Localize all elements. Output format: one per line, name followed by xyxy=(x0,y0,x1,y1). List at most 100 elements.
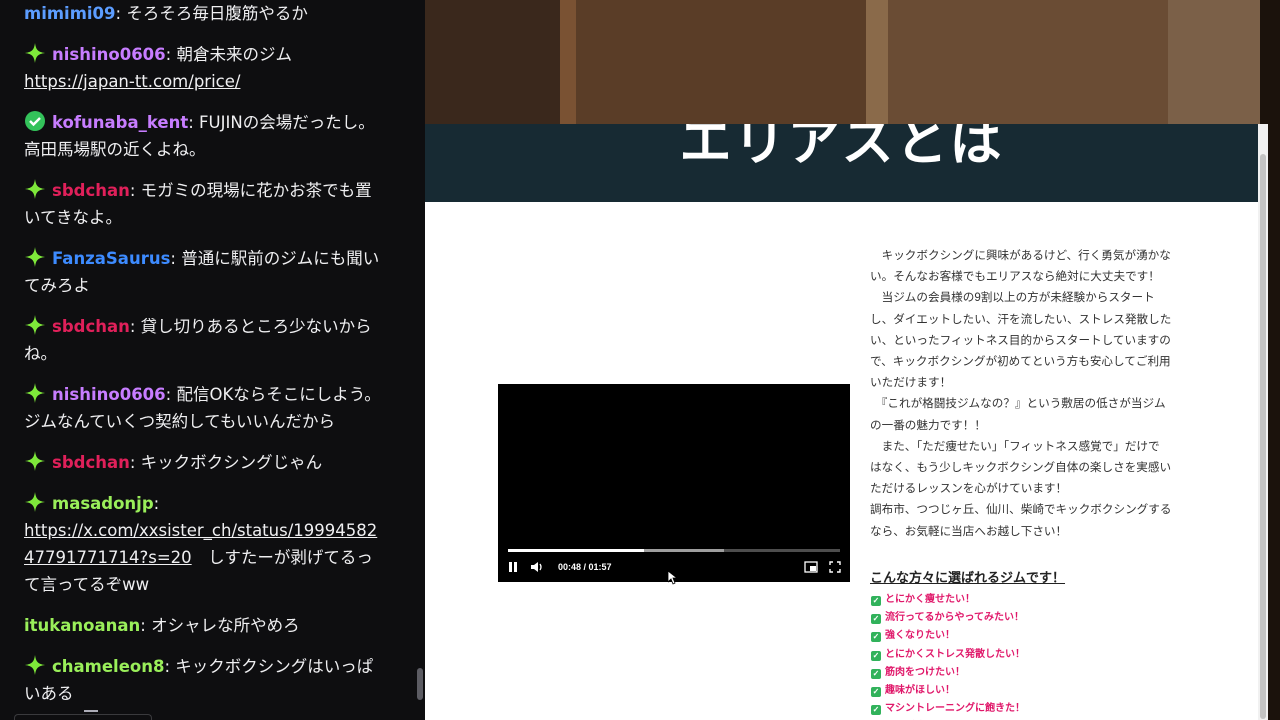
sparkle-badge-icon[interactable] xyxy=(24,491,46,513)
chat-username[interactable]: itukanoanan xyxy=(24,616,140,635)
background-pillar xyxy=(866,0,888,130)
description-line: 当ジムの会員様の9割以上の方が未経験からスタート xyxy=(870,291,1155,305)
page-title: エリアスとは xyxy=(679,124,1004,173)
description-line: なら、お気軽に当店へお越し下さい！ xyxy=(870,524,1068,538)
chat-separator: : xyxy=(140,616,152,635)
description-line: いただけます！ xyxy=(870,376,952,390)
chat-message: sbdchan: モガミの現場に花かお茶でも置いてきなよ。 xyxy=(0,169,405,237)
chat-message: mimimi09: そろそろ毎日腹筋やるか xyxy=(0,0,405,33)
checklist-item: ✓ 流行ってるからやってみたい！ xyxy=(871,609,1025,627)
checklist-item-label: とにかくストレス発散したい！ xyxy=(885,648,1025,660)
video-time: 00:48 / 01:57 xyxy=(558,562,612,572)
chat-message: kofunaba_kent: FUJINの会場だったし。高田馬場駅の近くよね。 xyxy=(0,101,405,169)
chat-username[interactable]: masadonjp xyxy=(52,494,154,513)
chat-message-list: mimimi09: そろそろ毎日腹筋やるか nishino0606: 朝倉未来のジ… xyxy=(0,0,405,713)
sparkle-badge-icon[interactable] xyxy=(24,450,46,472)
checklist-item: ✓ とにかく痩せたい！ xyxy=(871,591,1025,609)
checklist-item-label: 筋肉をつけたい！ xyxy=(885,666,965,678)
chat-username[interactable]: sbdchan xyxy=(52,453,130,472)
checklist-item: ✓ 趣味がほしい！ xyxy=(871,682,1025,700)
chat-text: そろそろ毎日腹筋やるか xyxy=(126,4,308,23)
checkbox-icon: ✓ xyxy=(871,614,881,625)
checklist-item: ✓ 筋肉をつけたい！ xyxy=(871,664,1025,682)
volume-icon[interactable] xyxy=(530,556,544,578)
checkbox-icon: ✓ xyxy=(871,668,881,679)
sparkle-badge-icon[interactable] xyxy=(24,654,46,676)
sparkle-badge-icon[interactable] xyxy=(24,314,46,336)
checkbox-icon: ✓ xyxy=(871,687,881,698)
chat-separator: : xyxy=(115,4,127,23)
description-line: 『これが格闘技ジムなの？』という敷居の低さが当ジム xyxy=(870,397,1166,411)
chat-message: nishino0606: 配信OKならそこにしよう。ジムなんていくつ契約してもい… xyxy=(0,373,405,441)
description-line: で、キックボクシングが初めてという方も安心してご利用 xyxy=(870,355,1171,369)
background-wall xyxy=(576,0,866,130)
chat-message: itukanoanan: オシャレな所やめろ xyxy=(0,604,405,645)
verified-badge-icon[interactable] xyxy=(24,110,46,132)
page-header: エリアスとは xyxy=(425,124,1258,202)
chat-separator: : xyxy=(129,317,141,336)
checklist-item-label: マシントレーニングに飽きた！ xyxy=(885,703,1025,715)
chat-separator: : xyxy=(153,494,160,513)
gym-description: キックボクシングに興味があるけど、行く勇気が湧かな い。そんなお客様でもエリアスな… xyxy=(870,245,1180,542)
chat-separator: : xyxy=(129,181,141,200)
checklist-item-label: 流行ってるからやってみたい！ xyxy=(885,612,1024,624)
chat-username[interactable]: nishino0606 xyxy=(52,45,166,64)
chat-separator: : xyxy=(188,113,200,132)
background-wall xyxy=(425,0,560,130)
description-line: キックボクシングに興味があるけど、行く勇気が湧かな xyxy=(870,249,1171,262)
checklist-item: ✓ とにかくストレス発散したい！ xyxy=(871,646,1025,664)
chat-message: masadonjp: https://x.com/xxsister_ch/sta… xyxy=(0,482,405,604)
chat-separator: : xyxy=(164,657,176,676)
chat-username[interactable]: nishino0606 xyxy=(52,385,166,404)
sparkle-badge-icon[interactable] xyxy=(24,178,46,200)
chat-message: chameleon8: キックボクシングはいっぱいある xyxy=(0,645,405,713)
page-scrollbar-thumb[interactable] xyxy=(1260,154,1266,719)
chat-scrollbar[interactable] xyxy=(417,668,423,700)
chat-separator: : xyxy=(165,385,177,404)
checkbox-icon: ✓ xyxy=(871,632,881,643)
chat-link[interactable]: https://japan-tt.com/price/ xyxy=(24,72,240,91)
description-line: 調布市、つつじヶ丘、仙川、柴崎でキックボクシングする xyxy=(870,503,1172,517)
chat-username[interactable]: FanzaSaurus xyxy=(52,249,170,268)
sparkle-badge-icon[interactable] xyxy=(24,246,46,268)
video-player[interactable]: 00:48 / 01:57 xyxy=(498,384,850,582)
chat-separator: : xyxy=(129,453,141,472)
chat-username[interactable]: kofunaba_kent xyxy=(52,113,188,132)
sparkle-badge-icon[interactable] xyxy=(24,42,46,64)
checklist-item: ✓ 強くなりたい！ xyxy=(871,627,1025,645)
chat-input[interactable] xyxy=(14,714,152,720)
checklist-item-label: とにかく痩せたい！ xyxy=(885,594,975,605)
checklist-item-label: 趣味がほしい！ xyxy=(885,685,955,697)
chat-message: sbdchan: 貸し切りあるところ少ないからね。 xyxy=(0,305,405,373)
chat-username[interactable]: sbdchan xyxy=(52,317,130,336)
checklist: ✓ とにかく痩せたい！ ✓ 流行ってるからやってみたい！ ✓ 強くなりたい！ ✓ とにかくスト… xyxy=(871,591,1025,720)
video-progress-bar xyxy=(508,549,645,552)
description-line: い。そんなお客様でもエリアスなら絶対に大丈夫です！ xyxy=(870,270,1160,284)
chat-message: sbdchan: キックボクシングじゃん xyxy=(0,441,405,482)
picture-in-picture-icon[interactable] xyxy=(804,556,818,578)
chat-username[interactable]: chameleon8 xyxy=(52,657,164,676)
checkbox-icon: ✓ xyxy=(871,596,881,606)
background-wall xyxy=(888,0,1168,130)
checkbox-icon: ✓ xyxy=(871,705,881,716)
fullscreen-icon[interactable] xyxy=(829,556,841,578)
chat-text: キックボクシングじゃん xyxy=(140,453,323,472)
checklist-item: ✓ マシントレーニングに飽きた！ xyxy=(871,700,1025,718)
description-line: い、といったフィットネス目的からスタートしていますの xyxy=(870,333,1171,347)
chat-separator: : xyxy=(165,45,177,64)
chat-message: nishino0606: 朝倉未来のジム https://japan-tt.com… xyxy=(0,33,405,101)
sparkle-badge-icon[interactable] xyxy=(24,382,46,404)
mouse-cursor-icon xyxy=(668,571,678,585)
checkbox-icon: ✓ xyxy=(871,650,881,661)
chat-username[interactable]: sbdchan xyxy=(52,181,130,200)
chat-separator: : xyxy=(170,249,182,268)
description-line: はなく、もう少しキックボクシング自体の楽しさを実感い xyxy=(870,461,1172,475)
pause-icon[interactable] xyxy=(508,556,518,578)
chat-text: 朝倉未来のジム xyxy=(176,45,292,64)
page-scrollbar[interactable] xyxy=(1258,124,1268,720)
chat-username[interactable]: mimimi09 xyxy=(24,4,116,23)
video-progress-track[interactable] xyxy=(508,549,840,552)
description-line: の一番の魅力です！！ xyxy=(870,418,986,432)
chat-panel: mimimi09: そろそろ毎日腹筋やるか nishino0606: 朝倉未来のジ… xyxy=(0,0,425,720)
checklist-heading: こんな方々に選ばれるジムです！ xyxy=(870,570,1066,585)
